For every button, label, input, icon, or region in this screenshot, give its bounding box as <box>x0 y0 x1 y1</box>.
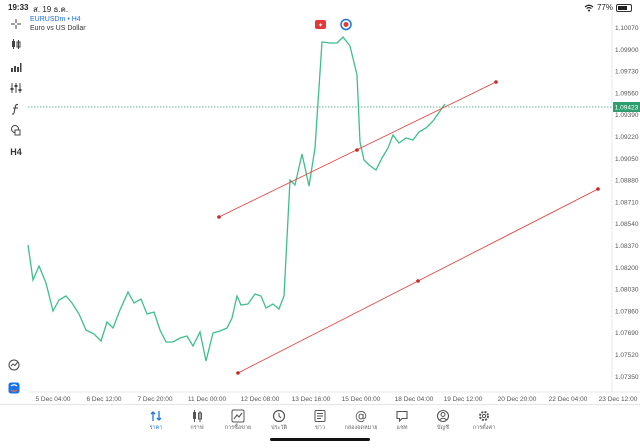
tab-label: กราฟ <box>190 425 204 431</box>
date-axis: 5 Dec 04:00 6 Dec 12:00 7 Dec 20:00 11 Dec … <box>35 396 637 403</box>
price-tick-label: 1.08880 <box>615 178 639 185</box>
trend-handle-mid[interactable] <box>416 279 420 283</box>
tab-label: ประวัติ <box>270 425 288 431</box>
tab-label: แชท <box>396 425 408 431</box>
price-tick-label: 1.07350 <box>615 374 639 381</box>
current-price-label: 1.09423 <box>615 105 639 112</box>
date-tick-label: 18 Dec 04:00 <box>395 396 434 403</box>
trend-handle-start[interactable] <box>236 371 240 375</box>
bottom-tab-bar: ราคา กราฟ การซื้อขาย ประวัติ ข่าว @ กล่อ… <box>0 404 640 448</box>
date-tick-label: 7 Dec 20:00 <box>137 396 172 403</box>
date-tick-label: 15 Dec 00:00 <box>342 396 381 403</box>
trend-handle-end[interactable] <box>494 80 498 84</box>
price-tick-label: 1.09220 <box>615 134 639 141</box>
price-tick-label: 1.07860 <box>615 308 639 315</box>
date-tick-label: 23 Dec 12:00 <box>599 396 638 403</box>
date-tick-label: 19 Dec 12:00 <box>444 396 483 403</box>
price-axis: 1.10070 1.09900 1.09730 1.09560 1.09390 1.092… <box>615 25 639 381</box>
price-tick-label: 1.10070 <box>615 25 639 32</box>
price-tick-label: 1.07690 <box>615 330 639 337</box>
date-tick-label: 11 Dec 00:00 <box>188 396 227 403</box>
tab-label: การซื้อขาย <box>224 425 252 431</box>
price-tick-label: 1.08710 <box>615 199 639 206</box>
news-icon <box>314 410 326 422</box>
price-line-series <box>27 36 446 362</box>
quotes-icon <box>150 411 162 421</box>
trend-handle-mid[interactable] <box>355 148 359 152</box>
trade-buy-badge[interactable]: ✦ <box>315 20 326 29</box>
trade-history-badge[interactable] <box>340 18 352 31</box>
price-tick-label: 1.07520 <box>615 352 639 359</box>
price-tick-label: 1.08540 <box>615 221 639 228</box>
chat-icon <box>396 410 408 423</box>
trade-icon <box>231 409 245 423</box>
lower-trend-line[interactable] <box>236 187 600 375</box>
date-tick-label: 20 Dec 20:00 <box>498 396 537 403</box>
date-tick-label: 12 Dec 08:00 <box>241 396 280 403</box>
tab-label: กล่องจดหมาย <box>344 425 378 431</box>
price-tick-label: 1.09390 <box>615 112 639 119</box>
price-tick-label: 1.09560 <box>615 90 639 97</box>
price-tick-label: 1.08200 <box>615 265 639 272</box>
price-tick-label: 1.08370 <box>615 243 639 250</box>
svg-text:@: @ <box>355 409 367 423</box>
home-indicator[interactable] <box>270 438 370 441</box>
price-tick-label: 1.08030 <box>615 287 639 294</box>
price-tick-label: 1.09900 <box>615 47 639 54</box>
mailbox-icon: @ <box>355 409 367 423</box>
settings-icon <box>479 411 489 421</box>
tab-settings[interactable]: การตั้งค่า <box>460 408 508 432</box>
price-tick-label: 1.09730 <box>615 69 639 76</box>
chart-icon <box>193 410 202 422</box>
account-icon <box>436 409 450 423</box>
price-chart[interactable]: ✦ 1.100701.099001.097301.095601.093901.0… <box>0 0 640 447</box>
tab-label: ราคา <box>149 425 163 431</box>
date-tick-label: 13 Dec 16:00 <box>292 396 331 403</box>
upper-trend-line[interactable] <box>217 80 498 219</box>
tab-label: บัญชี <box>437 425 449 431</box>
tab-label: ข่าว <box>315 425 325 431</box>
trend-handle-start[interactable] <box>217 215 221 219</box>
date-tick-label: 22 Dec 04:00 <box>549 396 588 403</box>
history-icon <box>272 409 286 423</box>
trend-handle-end[interactable] <box>596 187 600 191</box>
date-tick-label: 5 Dec 04:00 <box>35 396 70 403</box>
svg-text:✦: ✦ <box>318 22 323 29</box>
date-tick-label: 6 Dec 12:00 <box>86 396 121 403</box>
tab-label: การตั้งค่า <box>472 425 496 431</box>
price-tick-label: 1.09050 <box>615 156 639 163</box>
